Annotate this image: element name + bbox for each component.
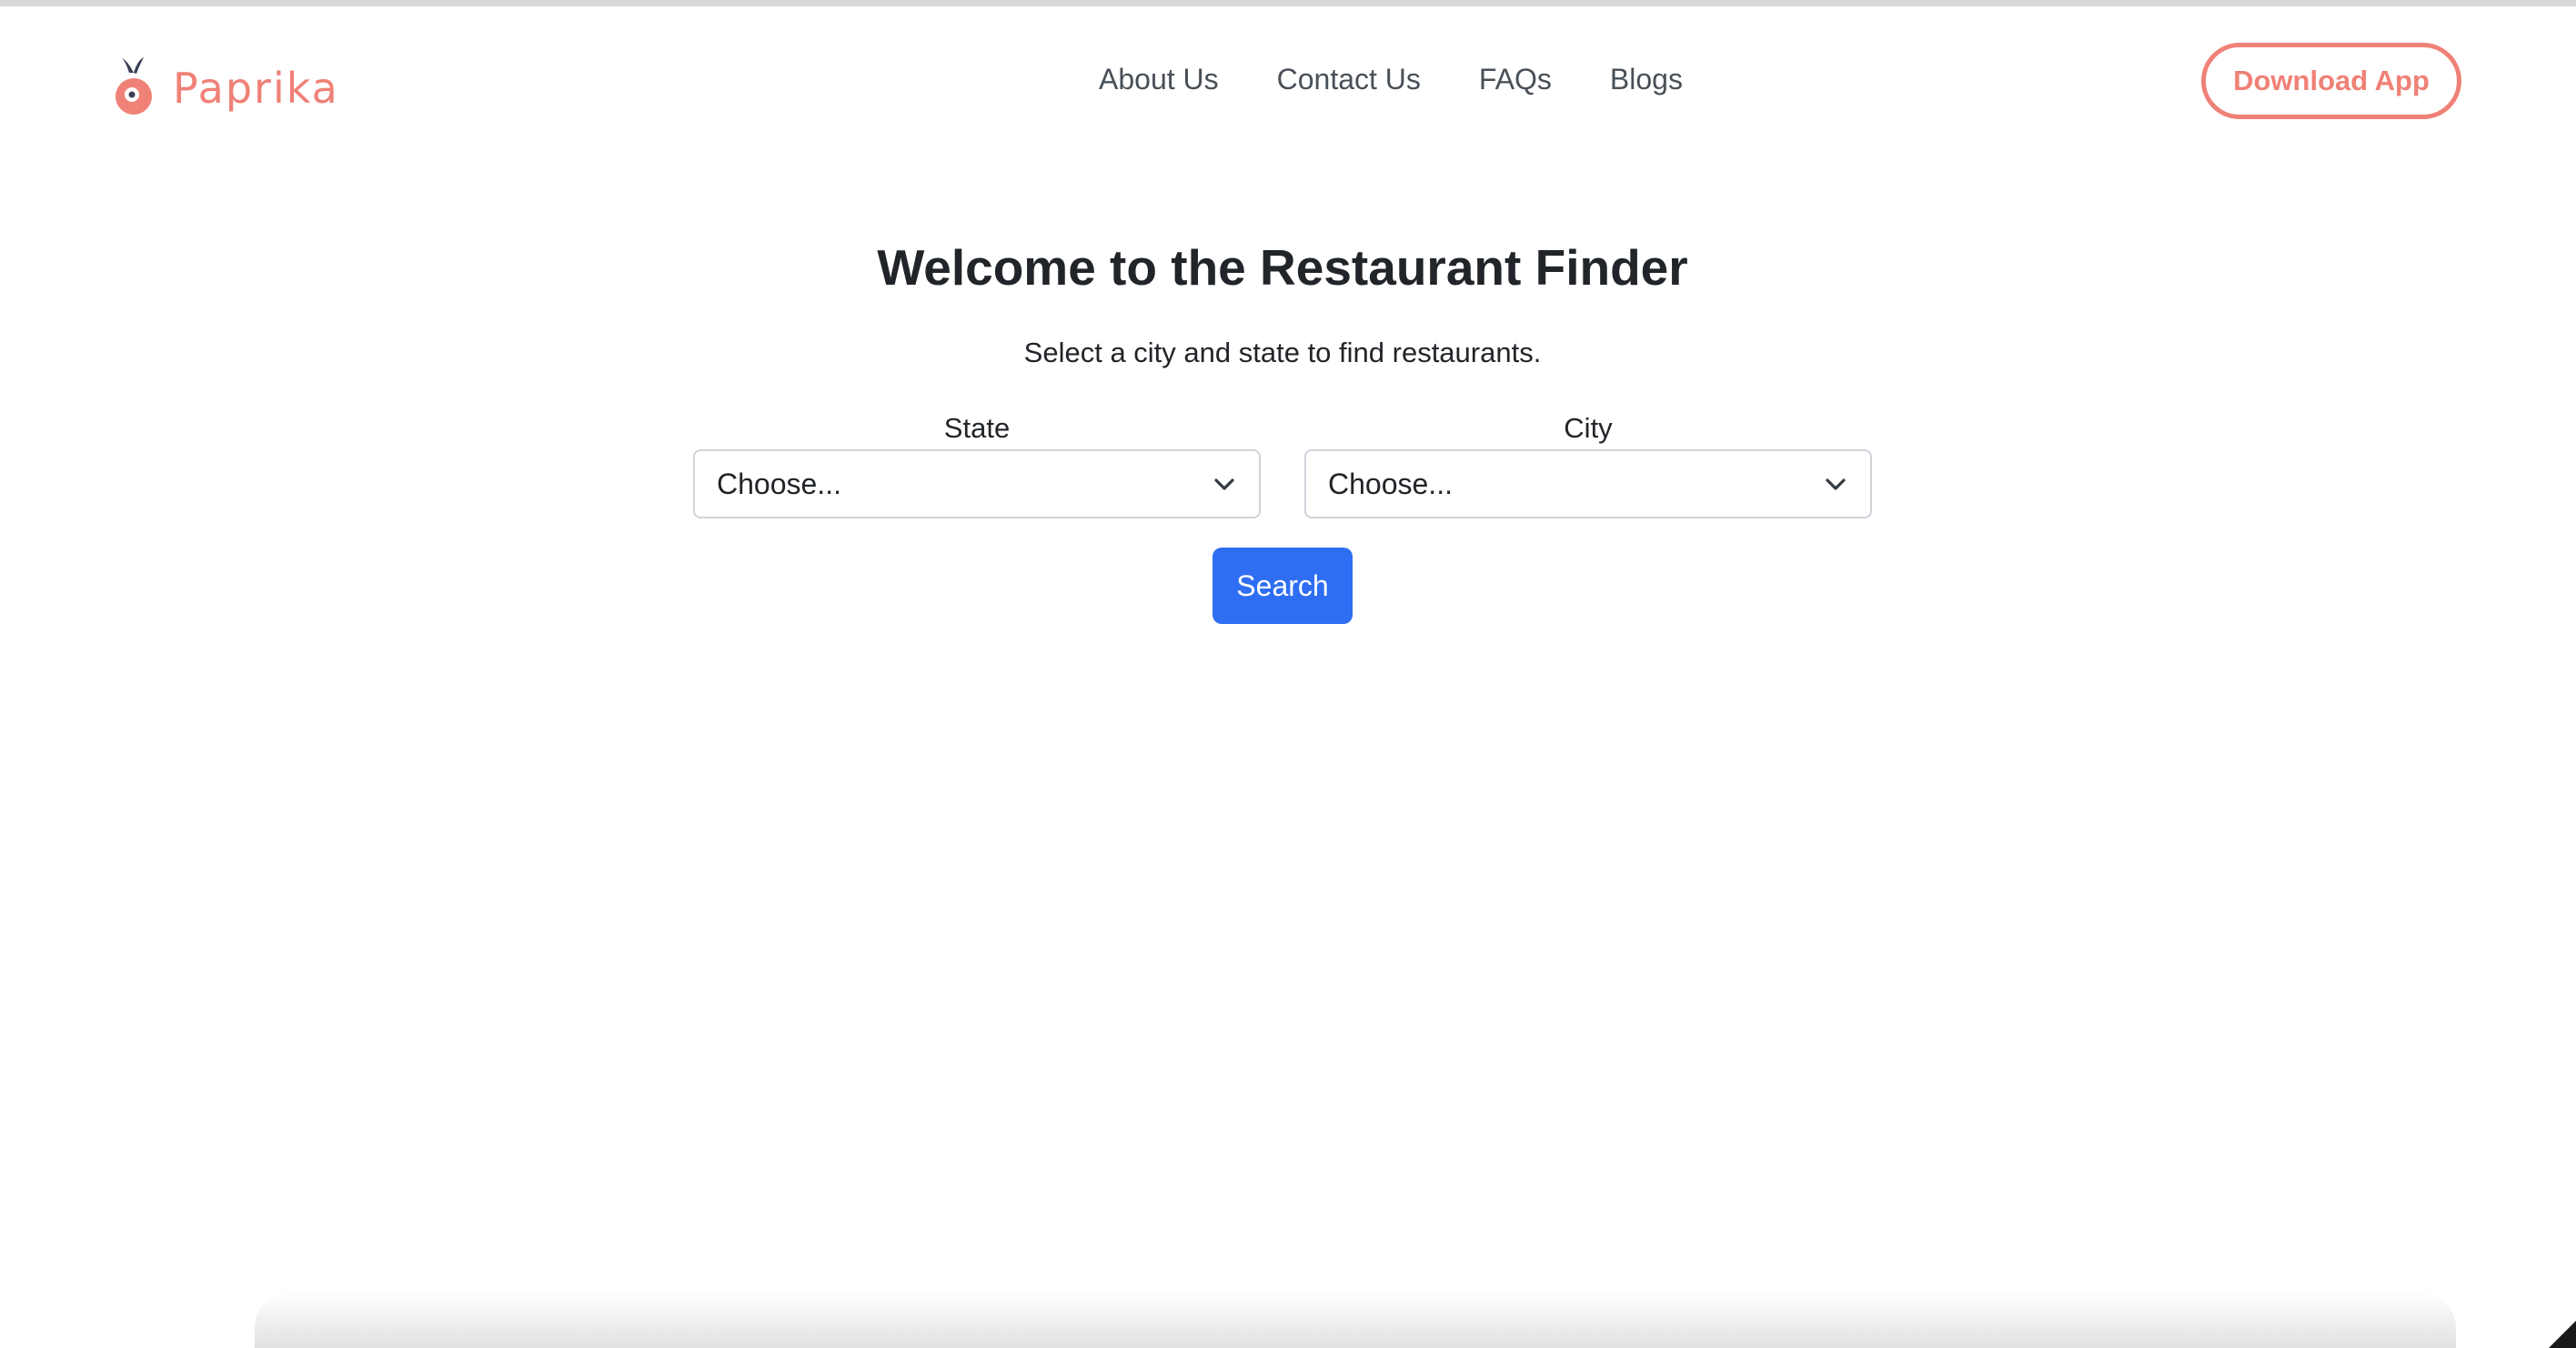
window-corner — [2549, 1321, 2576, 1348]
chevron-down-icon — [1214, 478, 1234, 490]
download-app-button[interactable]: Download App — [2201, 43, 2461, 119]
nav-about-us[interactable]: About Us — [1099, 63, 1219, 96]
brand-logo-link[interactable]: Paprika — [113, 52, 339, 125]
search-button[interactable]: Search — [1213, 548, 1353, 624]
main-nav: About Us Contact Us FAQs Blogs — [1099, 63, 1683, 96]
paprika-icon — [116, 57, 152, 115]
state-label: State — [943, 412, 1011, 444]
page-subtitle: Select a city and state to find restaura… — [1023, 337, 1542, 368]
nav-contact-us[interactable]: Contact Us — [1277, 63, 1421, 96]
brand-name: Paprika — [173, 64, 339, 113]
top-border — [0, 0, 2576, 6]
state-field-group: State Choose... — [693, 407, 1261, 518]
city-select-value: Choose... — [1328, 467, 1453, 500]
bottom-shadow — [255, 1292, 2456, 1348]
chevron-down-icon — [1826, 478, 1846, 490]
city-select[interactable]: Choose... — [1304, 449, 1872, 518]
nav-blogs[interactable]: Blogs — [1610, 63, 1683, 96]
city-label: City — [1564, 412, 1613, 444]
nav-faqs[interactable]: FAQs — [1479, 63, 1552, 96]
state-select-value: Choose... — [717, 467, 841, 500]
page-title: Welcome to the Restaurant Finder — [877, 239, 1688, 296]
city-field-group: City Choose... — [1304, 407, 1872, 518]
state-select[interactable]: Choose... — [693, 449, 1261, 518]
navbar: Paprika About Us Contact Us FAQs Blogs D… — [0, 6, 2576, 161]
